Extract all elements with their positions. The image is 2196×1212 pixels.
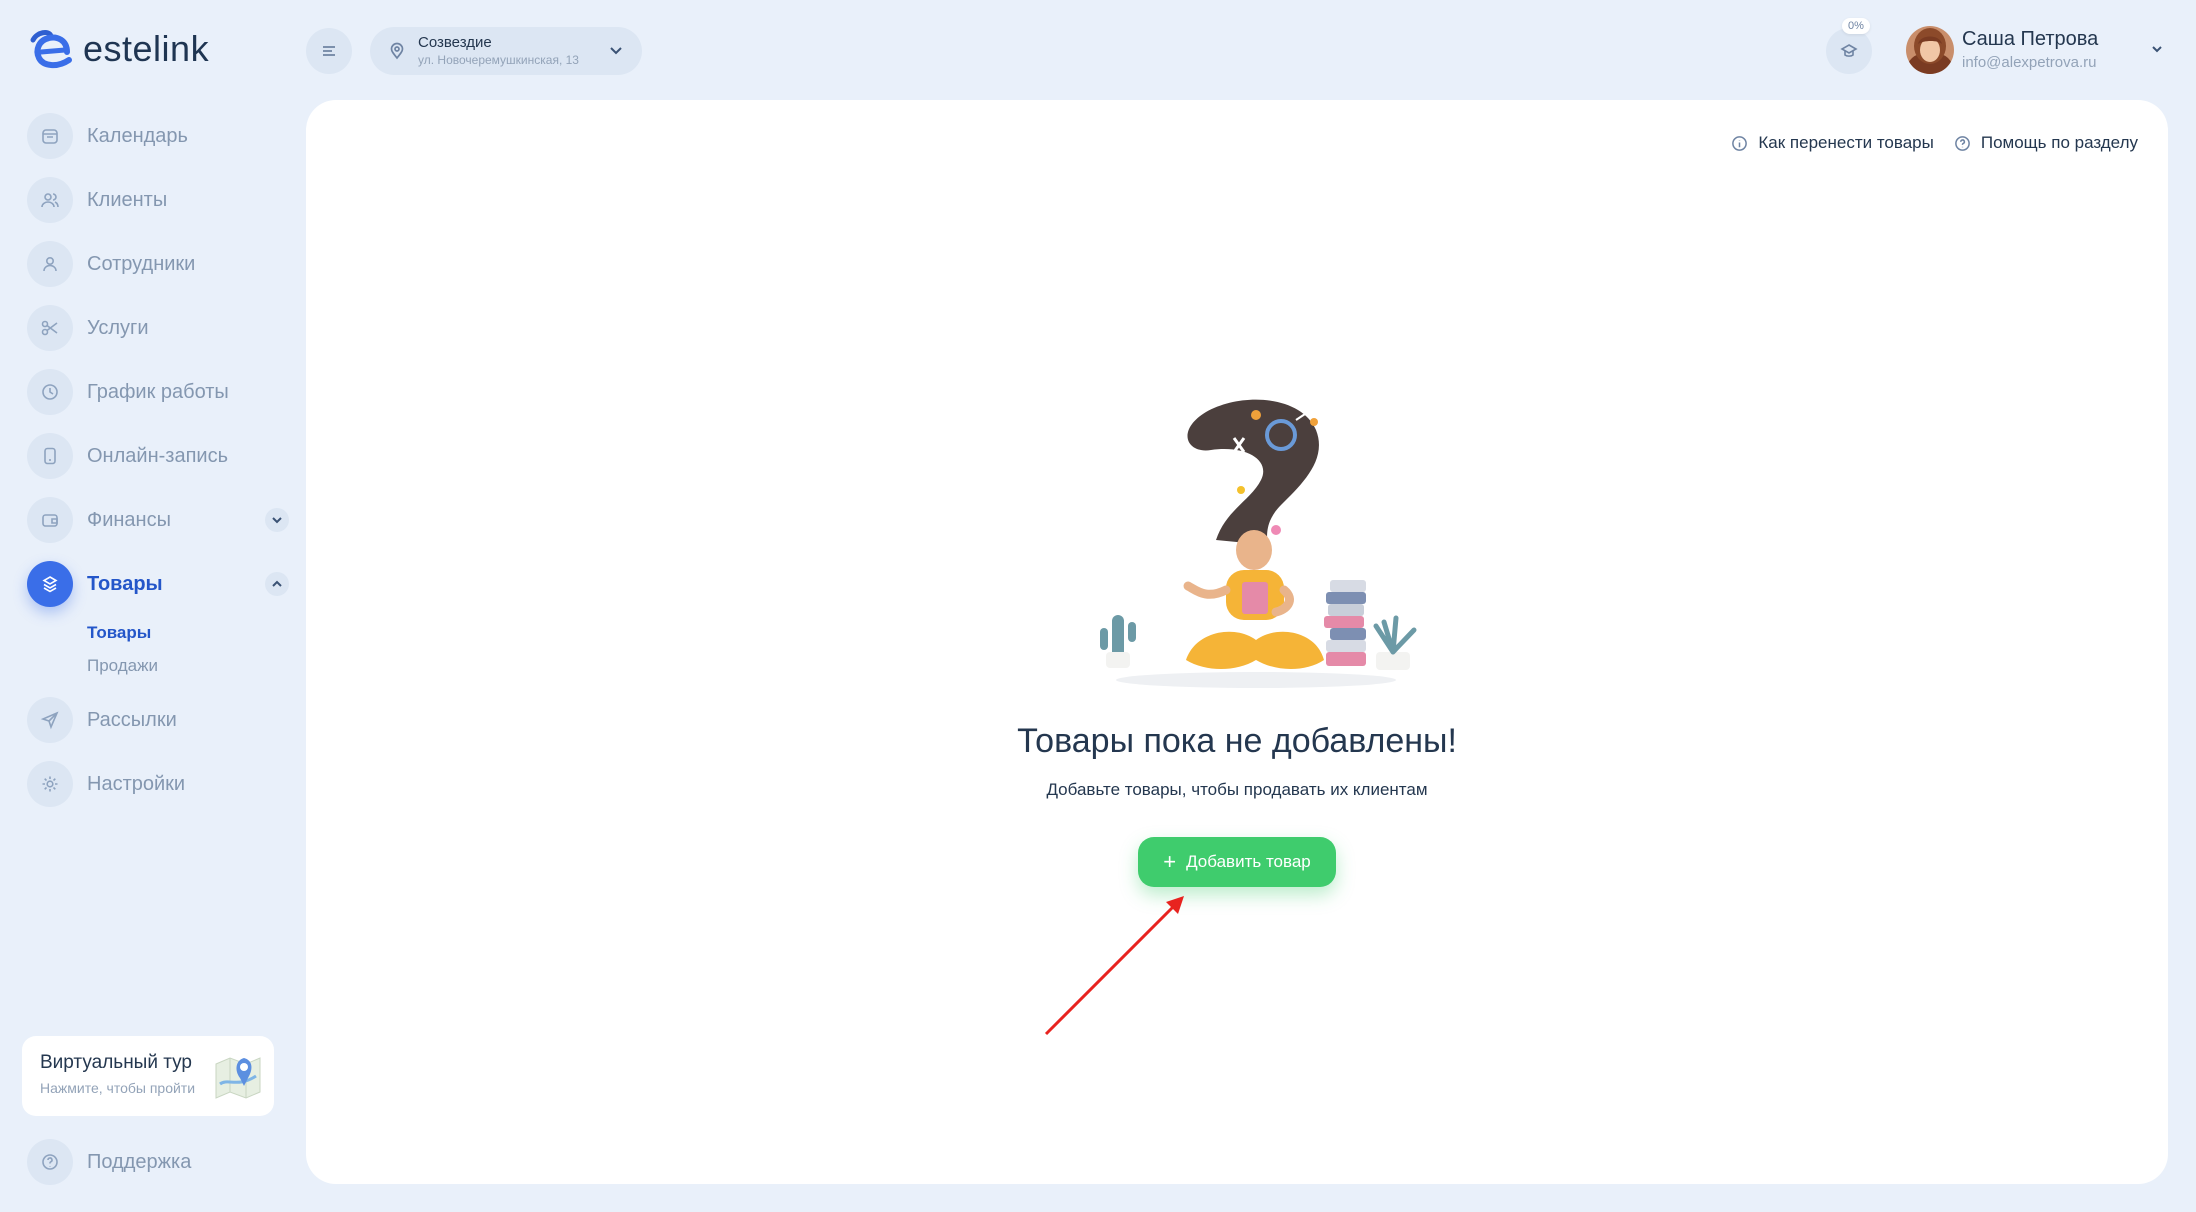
sidebar-item-label: Настройки [87, 772, 186, 795]
wallet-icon [27, 497, 73, 543]
progress-badge: 0% [1842, 18, 1870, 34]
app-root: estelink Календарь Клиенты Сотрудники Ус… [0, 0, 2196, 1212]
sidebar-item-staff[interactable]: Сотрудники [27, 240, 289, 288]
info-icon [1732, 135, 1748, 151]
how-to-import-link[interactable]: Как перенести товары [1731, 133, 1934, 153]
location-text: Созвездие ул. Новочеремушкинская, 13 [418, 35, 579, 67]
sidebar-item-label: Финансы [87, 508, 171, 531]
empty-state-title: Товары пока не добавлены! [1017, 722, 1457, 760]
how-to-import-label: Как перенести товары [1758, 133, 1934, 152]
submenu-item-products[interactable]: Товары [87, 616, 289, 649]
user-menu-button[interactable] [2144, 36, 2170, 62]
main-panel: Как перенести товары Помощь по разделу Т… [306, 100, 2168, 1184]
sidebar-item-services[interactable]: Услуги [27, 304, 289, 352]
sidebar-item-schedule[interactable]: График работы [27, 368, 289, 416]
plus-icon: + [1163, 849, 1177, 874]
clients-icon [27, 177, 73, 223]
chevron-up-icon[interactable] [265, 572, 289, 596]
sidebar-item-support[interactable]: Поддержка [27, 1138, 191, 1186]
gear-icon [27, 761, 73, 807]
section-help-link[interactable]: Помощь по разделу [1954, 133, 2138, 153]
send-icon [27, 697, 73, 743]
logo-icon [30, 30, 72, 68]
sidebar-item-settings[interactable]: Настройки [27, 760, 289, 808]
sidebar-item-online-booking[interactable]: Онлайн-запись [27, 432, 289, 480]
sidebar-item-clients[interactable]: Клиенты [27, 176, 289, 224]
sidebar-item-label: Товары [87, 572, 163, 595]
sidebar-item-calendar[interactable]: Календарь [27, 112, 289, 160]
avatar[interactable] [1906, 26, 1954, 74]
sidebar-item-label: Календарь [87, 124, 188, 147]
submenu-item-sales[interactable]: Продажи [87, 649, 289, 682]
map-icon [215, 1057, 261, 1099]
support-label: Поддержка [87, 1150, 192, 1173]
sidebar: Календарь Клиенты Сотрудники Услуги Граф [27, 112, 289, 824]
sidebar-item-label: Услуги [87, 316, 149, 339]
avatar-image [1906, 26, 1954, 74]
help-icon [27, 1139, 73, 1185]
add-product-button[interactable]: + Добавить товар [1138, 837, 1336, 887]
calendar-icon [27, 113, 73, 159]
sidebar-item-label: Рассылки [87, 708, 177, 731]
logo-text: estelink [83, 28, 210, 69]
sidebar-item-finance[interactable]: Финансы [27, 496, 289, 544]
scissors-icon [27, 305, 73, 351]
location-name: Созвездие [418, 34, 492, 52]
empty-state-subtitle: Добавьте товары, чтобы продавать их клие… [1046, 780, 1428, 799]
section-help-label: Помощь по разделу [1980, 133, 2138, 152]
logo[interactable]: estelink [27, 28, 209, 70]
clock-icon [27, 369, 73, 415]
sidebar-item-label: Сотрудники [87, 252, 196, 275]
help-icon [1954, 135, 1970, 151]
sidebar-item-mailings[interactable]: Рассылки [27, 696, 289, 744]
menu-icon [323, 46, 335, 56]
empty-state-illustration [1100, 399, 1417, 688]
user-icon [27, 241, 73, 287]
location-address: ул. Новочеремушкинская, 13 [418, 52, 579, 67]
user-name: Саша Петрова [1962, 28, 2099, 50]
add-product-label: Добавить товар [1186, 852, 1311, 871]
chevron-down-icon [610, 47, 622, 55]
sidebar-item-label: Онлайн-запись [87, 444, 228, 467]
menu-toggle-button[interactable] [306, 28, 352, 74]
onboarding-progress-button[interactable] [1826, 28, 1872, 74]
sidebar-item-label: График работы [87, 380, 229, 403]
chevron-down-icon [2152, 46, 2162, 53]
location-pin-icon [390, 42, 404, 60]
chevron-down-icon[interactable] [265, 508, 289, 532]
user-email: info@alexpetrova.ru [1962, 54, 2097, 71]
products-submenu: Товары Продажи [87, 616, 289, 682]
location-selector[interactable]: Созвездие ул. Новочеремушкинская, 13 [370, 27, 642, 75]
annotation-arrow [1044, 896, 1184, 1036]
graduation-cap-icon [1840, 44, 1858, 57]
products-icon [27, 561, 73, 607]
sidebar-item-products[interactable]: Товары [27, 560, 289, 608]
virtual-tour-card[interactable]: Виртуальный тур Нажмите, чтобы пройти [22, 1036, 274, 1116]
help-links: Как перенести товары Помощь по разделу [1731, 133, 2138, 153]
sidebar-item-label: Клиенты [87, 188, 168, 211]
phone-icon [27, 433, 73, 479]
